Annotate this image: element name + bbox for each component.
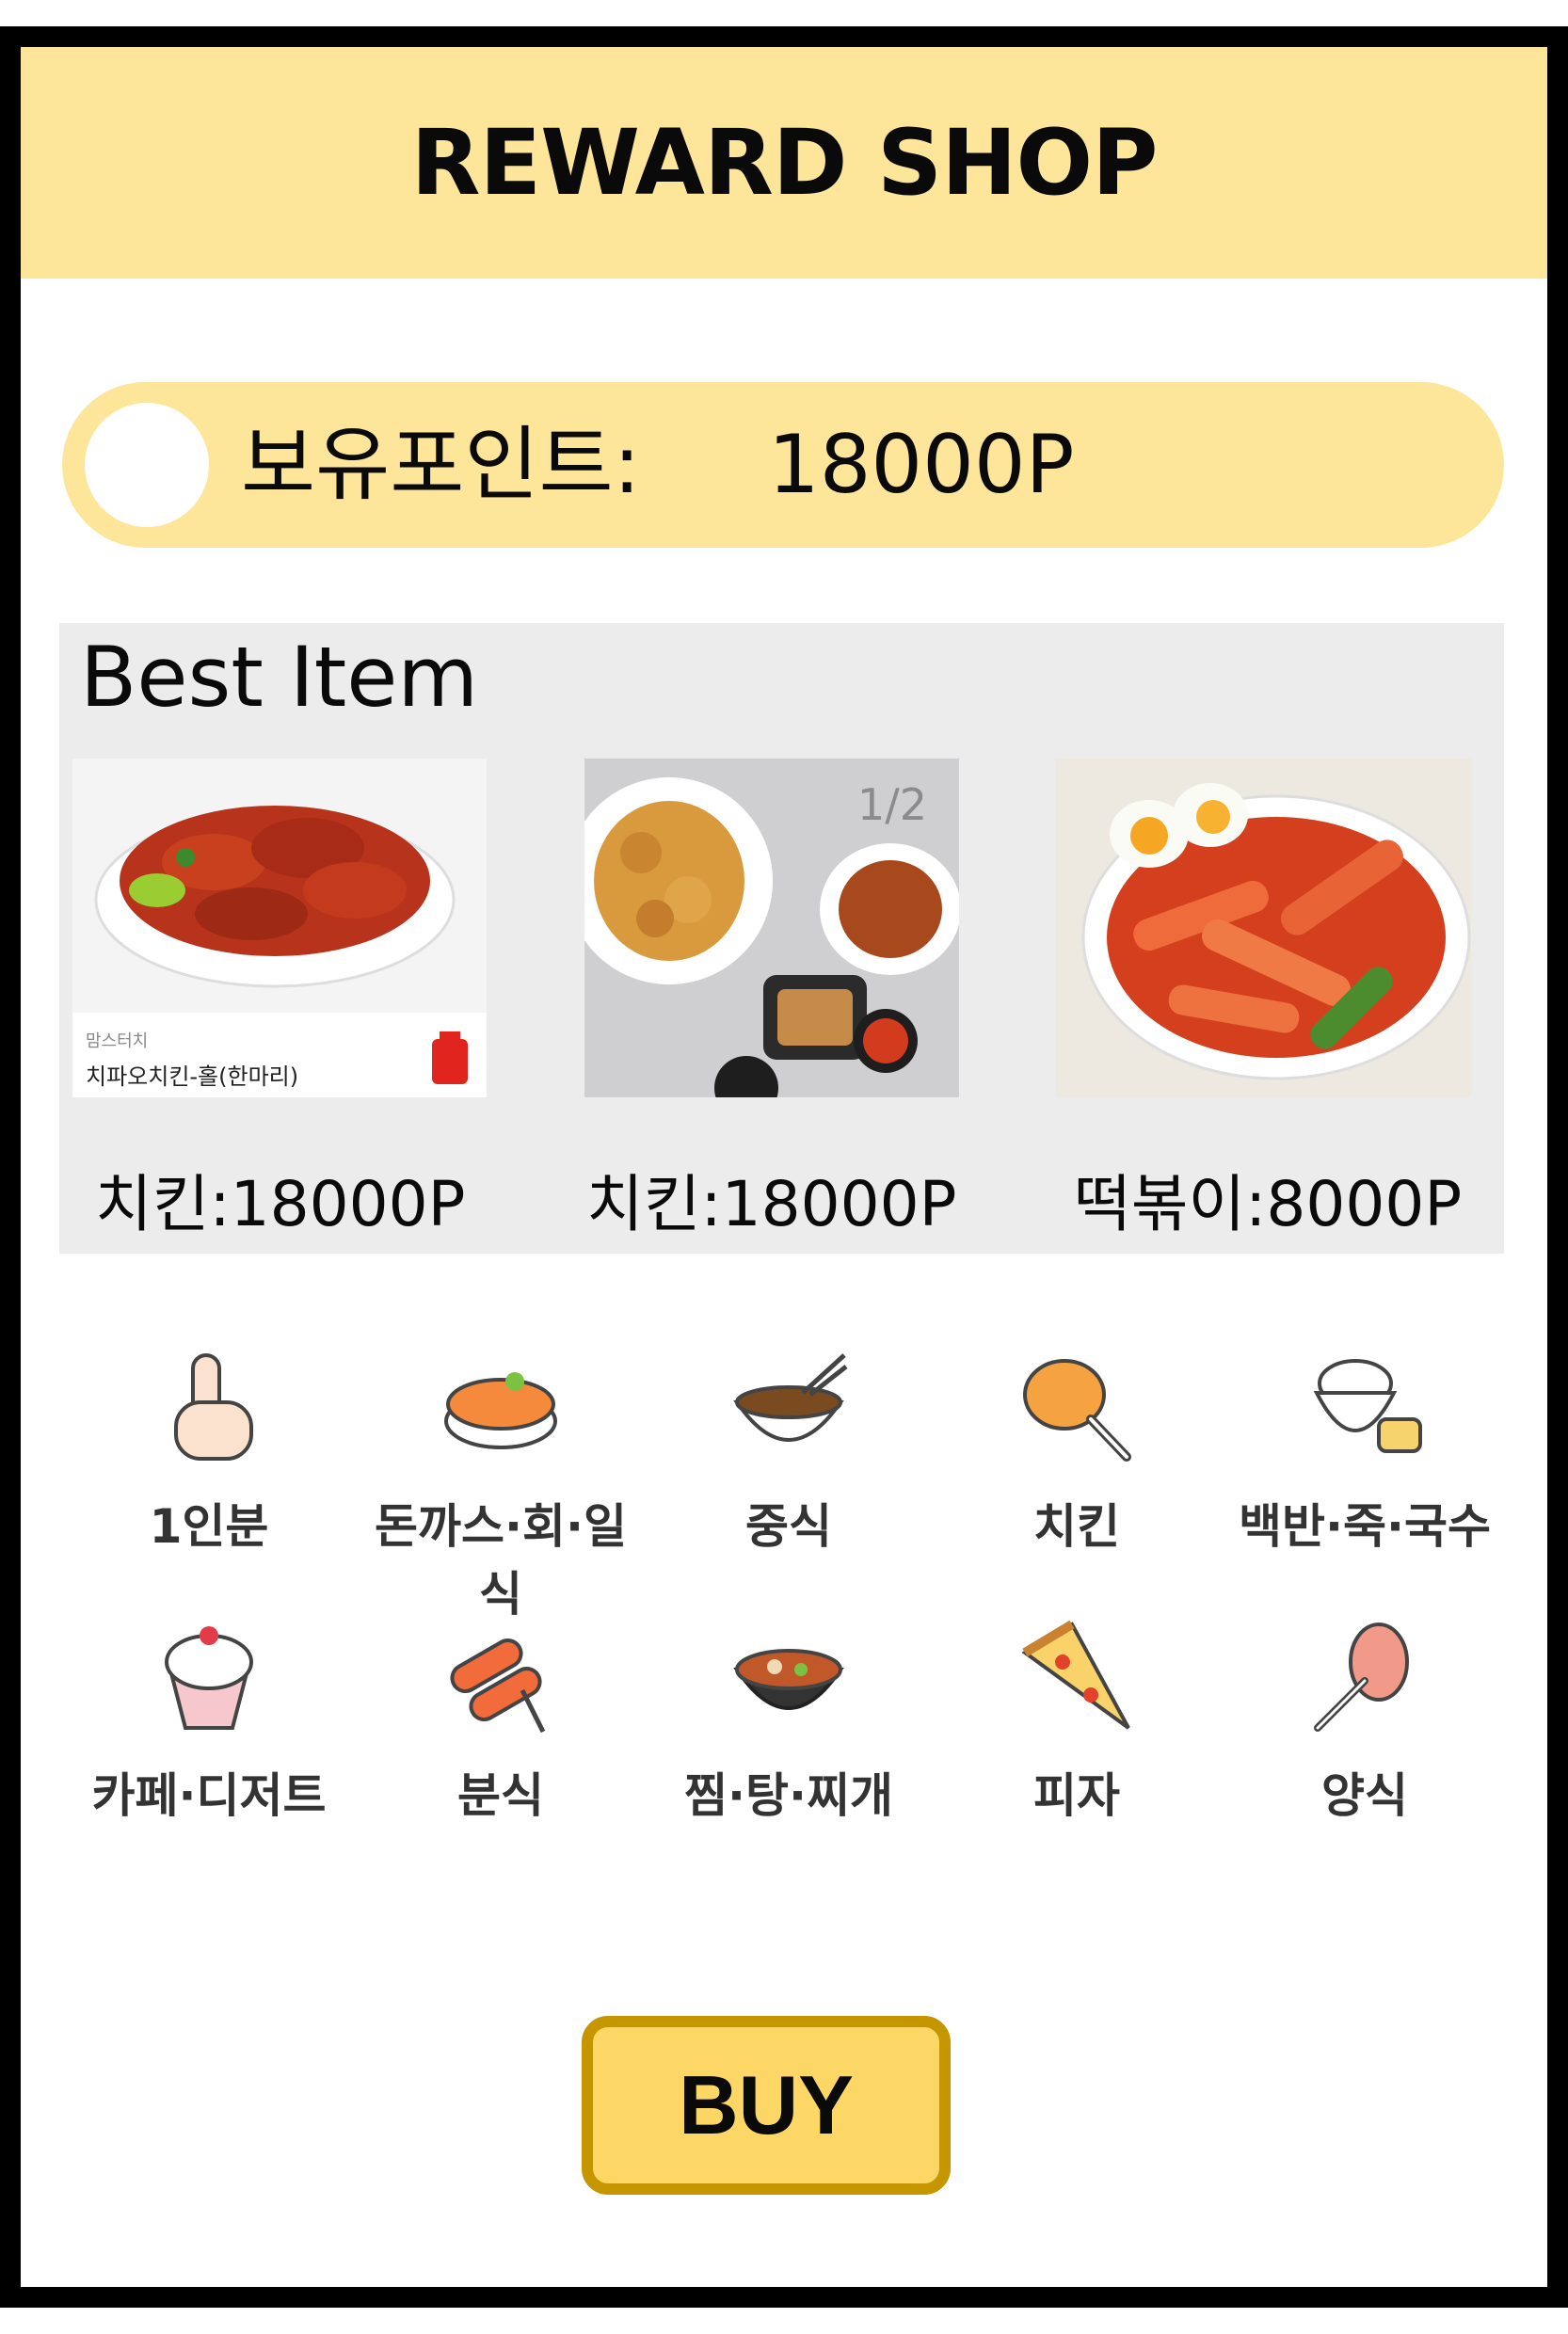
category-label: 백반·죽·국수 xyxy=(1239,1499,1491,1554)
page-title: REWARD SHOP xyxy=(410,110,1159,216)
category-label: 1인분 xyxy=(149,1499,269,1554)
chicken-name-text: 치파오치킨-홀(한마리) xyxy=(86,1063,298,1090)
category-label: 카페·디저트 xyxy=(91,1768,327,1823)
points-value: 18000P xyxy=(768,418,1075,512)
tteokbokki-illustration xyxy=(1055,759,1471,1097)
best-item-chicken-2[interactable]: 1/2 치킨:18000P xyxy=(584,759,959,1240)
chicken-leg-icon xyxy=(1023,1359,1131,1462)
hand-one-icon xyxy=(174,1353,253,1461)
points-pill: 보유포인트: 18000P xyxy=(62,382,1504,548)
fried-chicken-set-illustration: 1/2 xyxy=(584,759,959,1097)
category-label: 분식 xyxy=(457,1768,544,1823)
half-overlay-text: 1/2 xyxy=(857,779,927,830)
header-bar: REWARD SHOP xyxy=(21,47,1547,279)
chicken-brand-text: 맘스터치 xyxy=(86,1031,148,1051)
points-label: 보유포인트: xyxy=(241,418,641,512)
stew-pot-icon xyxy=(733,1649,844,1710)
category-single-serving[interactable]: 1인분 xyxy=(68,1346,350,1557)
chicken-plate-image: 맘스터치 치파오치킨-홀(한마리) xyxy=(72,759,487,1097)
app-frame: REWARD SHOP 보유포인트: 18000P Best Item 맘스터치… xyxy=(0,26,1568,2308)
category-pizza[interactable]: 피자 xyxy=(936,1615,1218,1826)
best-item-chicken-1[interactable]: 맘스터치 치파오치킨-홀(한마리) 치킨:18000P xyxy=(72,759,487,1240)
best-item-tteokbokki[interactable]: 떡볶이:8000P xyxy=(1055,759,1471,1240)
item-price: 치킨:18000P xyxy=(95,1168,466,1240)
best-item-title: Best Item xyxy=(80,629,479,726)
category-japanese[interactable]: 돈까스·회·일식 xyxy=(360,1346,642,1624)
noodle-bowl-icon xyxy=(733,1353,848,1442)
coin-icon xyxy=(85,403,209,527)
cupcake-icon xyxy=(165,1626,253,1730)
buy-button[interactable]: BUY xyxy=(582,2016,951,2195)
category-label: 피자 xyxy=(1033,1768,1120,1823)
tteokbokki-image xyxy=(1055,759,1471,1097)
category-label: 양식 xyxy=(1321,1768,1408,1823)
category-stew[interactable]: 찜·탕·찌개 xyxy=(648,1615,930,1826)
category-cafe-dessert[interactable]: 카페·디저트 xyxy=(68,1615,350,1826)
category-chicken[interactable]: 치킨 xyxy=(936,1346,1218,1557)
best-item-panel: Best Item 맘스터치 치파오치킨-홀(한마리) 치킨:18000P 1/… xyxy=(59,623,1504,1254)
buy-button-label: BUY xyxy=(679,2058,854,2151)
category-label: 찜·탕·찌개 xyxy=(684,1768,893,1823)
item-price: 떡볶이:8000P xyxy=(1074,1168,1463,1240)
category-chinese[interactable]: 중식 xyxy=(648,1346,930,1557)
category-label: 치킨 xyxy=(1033,1499,1120,1554)
category-label: 돈까스·회·일식 xyxy=(375,1499,627,1622)
rice-bowl-icon xyxy=(1313,1359,1422,1453)
item-price: 치킨:18000P xyxy=(586,1168,957,1240)
tteokbokki-icon xyxy=(450,1639,546,1734)
category-label: 중식 xyxy=(745,1499,832,1554)
fried-chicken-set-image: 1/2 xyxy=(584,759,959,1097)
category-western[interactable]: 양식 xyxy=(1224,1615,1506,1826)
chicken-plate-illustration: 맘스터치 치파오치킨-홀(한마리) xyxy=(72,759,487,1097)
pizza-slice-icon xyxy=(1021,1620,1130,1730)
sushi-icon xyxy=(444,1372,557,1449)
category-snack[interactable]: 분식 xyxy=(360,1615,642,1826)
category-korean-meal[interactable]: 백반·죽·국수 xyxy=(1224,1346,1506,1557)
pasta-fork-icon xyxy=(1314,1623,1409,1732)
